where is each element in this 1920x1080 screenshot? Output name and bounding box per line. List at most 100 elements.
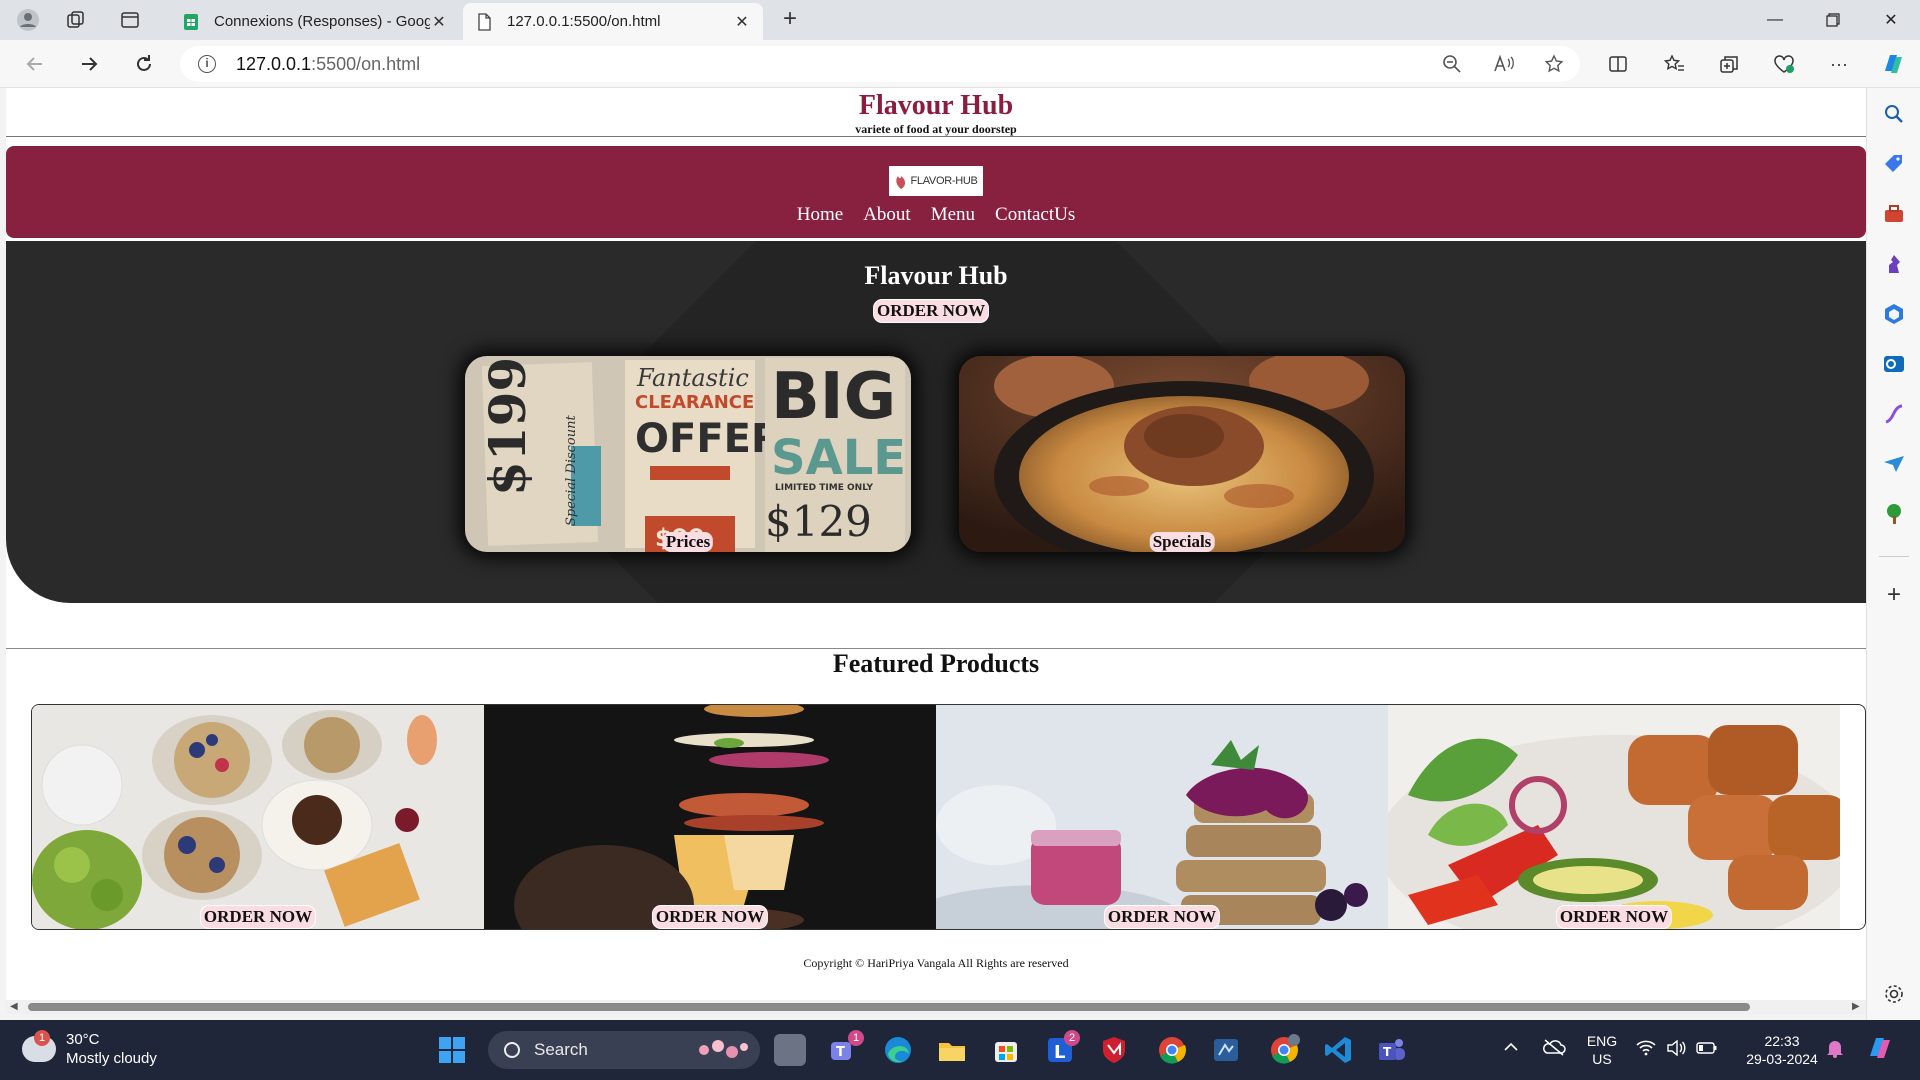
search-icon[interactable] — [1882, 102, 1906, 126]
brunch-image — [32, 705, 484, 929]
chrome-icon[interactable] — [1156, 1034, 1188, 1066]
tab-on-html[interactable]: 127.0.0.1:5500/on.html ✕ — [463, 3, 763, 40]
games-icon[interactable] — [1882, 252, 1906, 276]
tools-icon[interactable] — [1882, 202, 1906, 226]
outlook-icon[interactable] — [1882, 352, 1906, 376]
notification-bell-icon[interactable] — [1826, 1038, 1844, 1062]
nav-menu-link[interactable]: Menu — [931, 204, 975, 225]
teams-badge: 1 — [848, 1030, 864, 1046]
tab-actions-icon[interactable] — [116, 6, 144, 34]
nav-about-link[interactable]: About — [863, 204, 911, 225]
new-tab-button[interactable]: + — [776, 6, 804, 34]
hero-title: Flavour Hub — [864, 261, 1008, 290]
nav-home-link[interactable]: Home — [797, 204, 843, 225]
site-logo[interactable]: FLAVOR-HUB — [889, 166, 983, 196]
minimize-button[interactable]: — — [1752, 6, 1798, 34]
tab-title: Connexions (Responses) - Googl — [214, 13, 430, 30]
url-field[interactable]: i 127.0.0.1:5500/on.html — [180, 46, 1580, 82]
favorites-icon[interactable] — [1659, 50, 1689, 78]
launcher-l-icon[interactable]: L 2 — [1044, 1030, 1080, 1066]
nav-contact-link[interactable]: ContactUs — [995, 204, 1075, 225]
product-order-button[interactable]: ORDER NOW — [1555, 905, 1673, 929]
browser-tab-bar: Connexions (Responses) - Googl ✕ 127.0.0… — [0, 0, 1920, 40]
store-icon[interactable] — [990, 1034, 1022, 1066]
onedrive-off-icon[interactable] — [1542, 1038, 1566, 1060]
browser-essentials-icon[interactable] — [1769, 50, 1799, 78]
microsoft-365-icon[interactable] — [1882, 302, 1906, 326]
tab-connexions[interactable]: Connexions (Responses) - Googl ✕ — [170, 3, 460, 40]
workspaces-icon[interactable] — [62, 6, 90, 34]
zoom-icon[interactable] — [1437, 50, 1467, 78]
logo-text: FLAVOR-HUB — [910, 175, 978, 187]
settings-icon[interactable] — [1882, 982, 1906, 1006]
tree-icon[interactable] — [1882, 502, 1906, 526]
search-placeholder: Search — [534, 1040, 588, 1059]
clearance-text: CLEARANCE — [635, 392, 754, 413]
edge-browser-icon[interactable] — [882, 1034, 914, 1066]
forward-button[interactable] — [74, 50, 104, 78]
profile-icon[interactable] — [14, 6, 42, 34]
restore-button[interactable] — [1810, 6, 1856, 34]
product-waffles[interactable]: ORDER NOW — [936, 705, 1388, 929]
svg-text:T: T — [1383, 1045, 1392, 1059]
featured-title: Featured Products — [832, 649, 1040, 678]
copilot-icon[interactable] — [1878, 50, 1908, 78]
logo-mark-icon — [896, 176, 906, 189]
weather-widget[interactable]: 1 30°C Mostly cloudy — [22, 1030, 157, 1068]
close-window-button[interactable]: ✕ — [1868, 6, 1914, 34]
specials-label[interactable]: Specials — [1149, 532, 1215, 552]
page-icon — [475, 12, 493, 31]
dev-tool-icon[interactable] — [1210, 1034, 1242, 1066]
refresh-button[interactable] — [129, 50, 159, 78]
site-tagline: variete of food at your doorstep — [855, 122, 1017, 136]
scroll-right-icon[interactable]: ▶ — [1852, 1001, 1860, 1012]
close-tab-icon[interactable]: ✕ — [430, 12, 448, 32]
sale-tickets-image: $199 Special Discount Fantastic CLEARANC… — [465, 356, 911, 552]
hero-order-button[interactable]: ORDER NOW — [873, 299, 990, 323]
specials-card[interactable]: Specials — [959, 356, 1405, 552]
big-text: BIG — [771, 360, 896, 434]
show-hidden-icons[interactable] — [1502, 1038, 1520, 1060]
task-view-icon[interactable] — [774, 1034, 806, 1066]
chrome-profile-icon[interactable] — [1268, 1034, 1300, 1066]
back-button[interactable] — [20, 50, 50, 78]
teams-chat-icon[interactable]: T 1 — [828, 1030, 864, 1066]
close-tab-icon[interactable]: ✕ — [733, 12, 751, 32]
product-kebab[interactable]: ORDER NOW — [1388, 705, 1840, 929]
prices-label[interactable]: Prices — [662, 532, 714, 552]
file-explorer-icon[interactable] — [936, 1034, 968, 1066]
weather-badge: 1 — [34, 1030, 50, 1046]
fantastic-text: Fantastic — [636, 364, 749, 392]
taskbar-search[interactable]: Search — [488, 1031, 760, 1069]
mcafee-icon[interactable] — [1098, 1034, 1130, 1066]
clock-date: 29-03-2024 — [1746, 1051, 1818, 1067]
product-order-button[interactable]: ORDER NOW — [199, 905, 317, 929]
read-aloud-icon[interactable] — [1489, 50, 1519, 78]
clock[interactable]: 22:33 29-03-2024 — [1736, 1032, 1828, 1068]
split-screen-icon[interactable] — [1603, 50, 1633, 78]
scrollbar-thumb[interactable] — [28, 1003, 1750, 1011]
scroll-left-icon[interactable]: ◀ — [10, 1001, 18, 1012]
shopping-tag-icon[interactable] — [1882, 152, 1906, 176]
more-options-icon[interactable]: ··· — [1824, 50, 1854, 78]
designer-icon[interactable] — [1882, 402, 1906, 426]
site-info-icon[interactable]: i — [198, 55, 216, 73]
windows-start-icon[interactable] — [436, 1034, 468, 1066]
horizontal-scrollbar[interactable]: ◀ ▶ — [6, 1000, 1866, 1014]
product-order-button[interactable]: ORDER NOW — [651, 905, 769, 929]
volume-icon[interactable] — [1666, 1039, 1686, 1060]
add-icon[interactable]: + — [1882, 583, 1906, 608]
favorite-star-icon[interactable] — [1539, 50, 1569, 78]
collections-icon[interactable] — [1714, 50, 1744, 78]
battery-icon[interactable] — [1696, 1040, 1718, 1060]
vscode-icon[interactable] — [1322, 1034, 1354, 1066]
copilot-taskbar-icon[interactable] — [1864, 1032, 1896, 1068]
product-sandwich[interactable]: ORDER NOW — [484, 705, 936, 929]
product-order-button[interactable]: ORDER NOW — [1103, 905, 1221, 929]
product-brunch[interactable]: ORDER NOW — [32, 705, 484, 929]
prices-card[interactable]: $199 Special Discount Fantastic CLEARANC… — [465, 356, 911, 552]
language-indicator[interactable]: ENG US — [1582, 1032, 1622, 1068]
teams-icon[interactable]: T — [1376, 1034, 1408, 1066]
wifi-icon[interactable] — [1636, 1040, 1656, 1060]
drop-icon[interactable] — [1882, 452, 1906, 476]
